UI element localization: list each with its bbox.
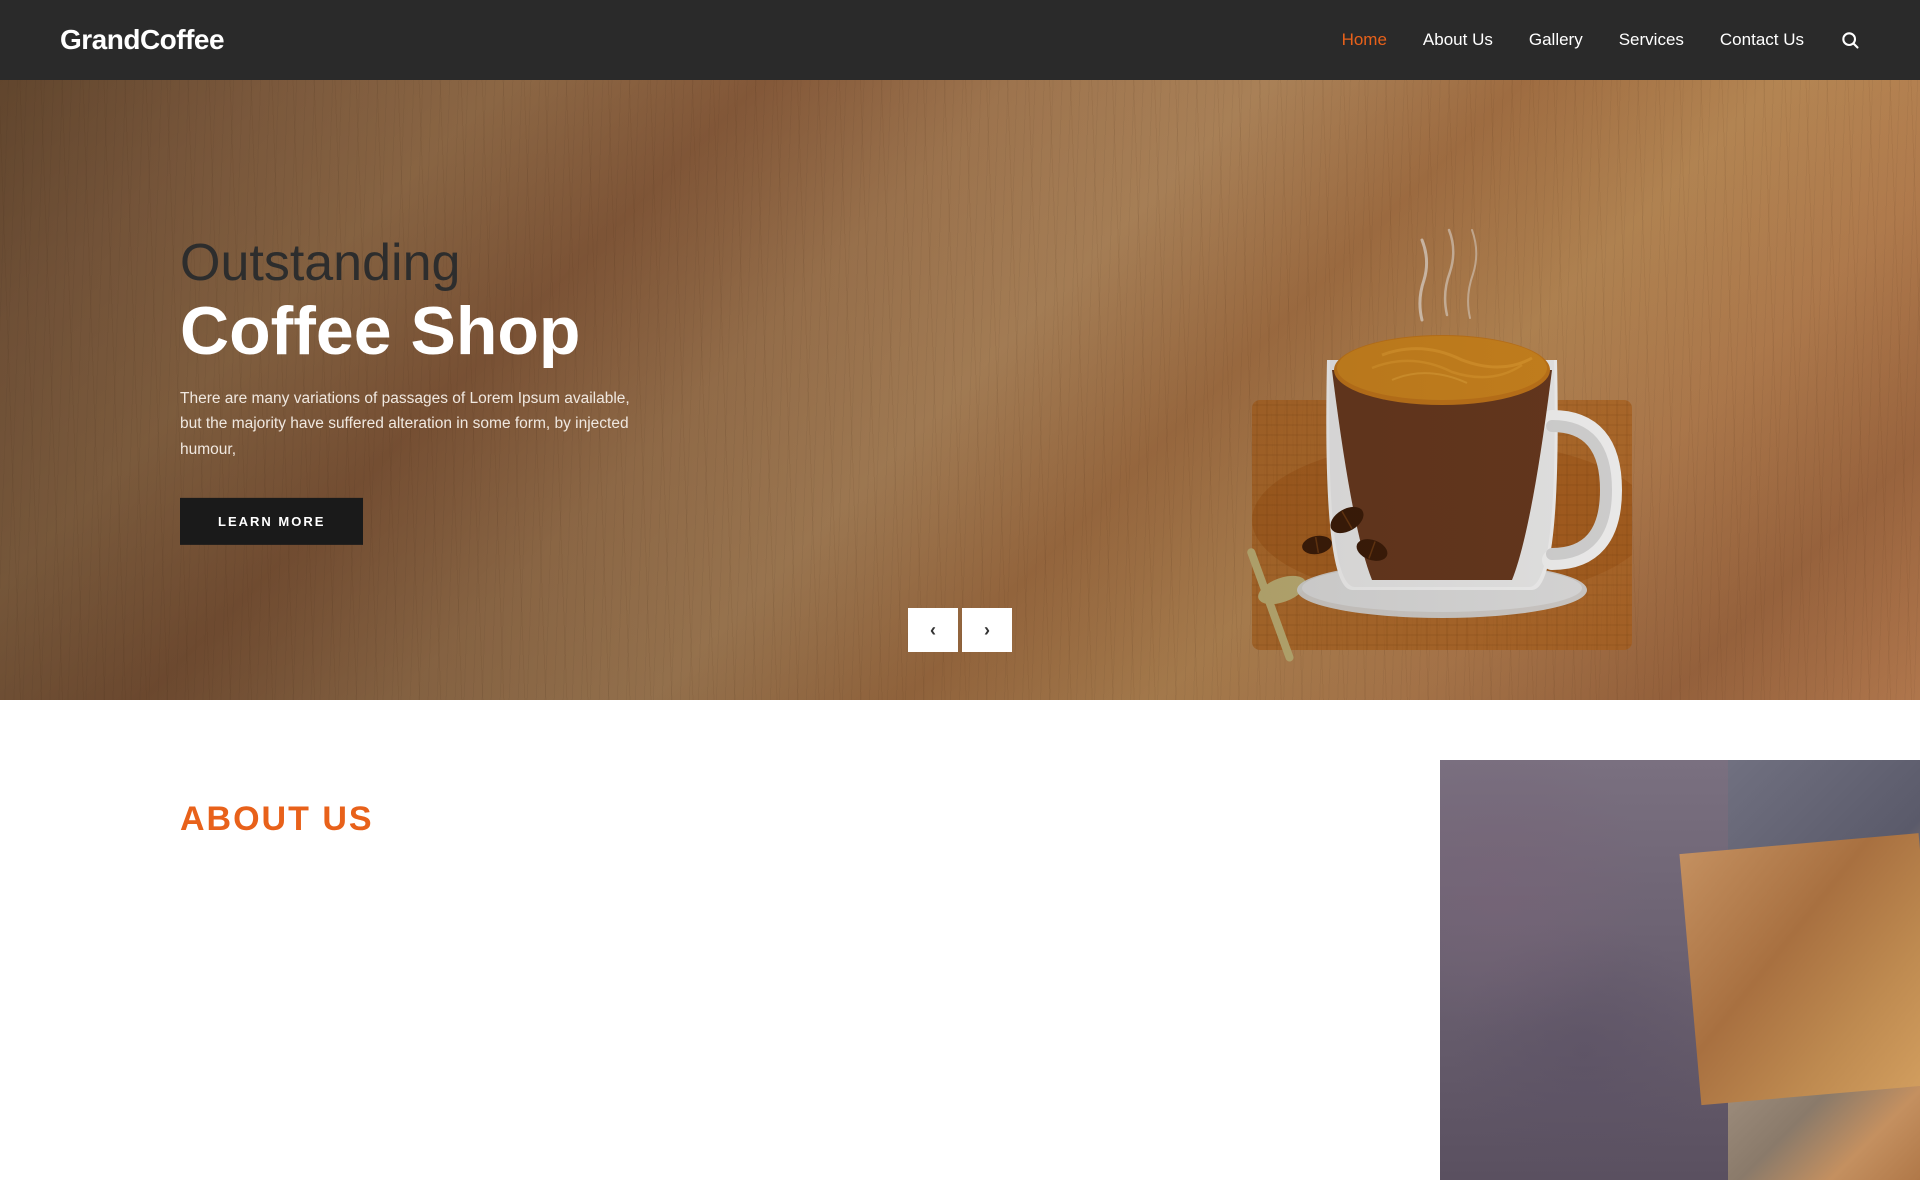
navbar: GrandCoffee Home About Us Gallery Servic… [0, 0, 1920, 80]
prev-arrow-icon: ‹ [930, 620, 936, 641]
nav-item-services[interactable]: Services [1619, 30, 1684, 50]
hero-subtitle: Outstanding [180, 235, 640, 292]
nav-item-gallery[interactable]: Gallery [1529, 30, 1583, 50]
about-section: ABOUT US [0, 700, 1920, 1180]
hero-section: Outstanding Coffee Shop There are many v… [0, 80, 1920, 700]
nav-search[interactable] [1840, 30, 1860, 50]
search-icon [1840, 30, 1860, 50]
search-button[interactable] [1840, 30, 1860, 50]
nav-item-about[interactable]: About Us [1423, 30, 1493, 50]
nav-link-gallery[interactable]: Gallery [1529, 30, 1583, 49]
about-left-content: ABOUT US [0, 760, 1440, 1180]
hero-description: There are many variations of passages of… [180, 385, 640, 462]
nav-item-home[interactable]: Home [1342, 30, 1387, 50]
slider-controls: ‹ › [908, 608, 1012, 652]
nav-item-contact[interactable]: Contact Us [1720, 30, 1804, 50]
about-image [1440, 760, 1920, 1180]
hero-content: Outstanding Coffee Shop There are many v… [180, 235, 640, 545]
prev-arrow-button[interactable]: ‹ [908, 608, 958, 652]
nav-link-home[interactable]: Home [1342, 30, 1387, 49]
hero-title: Coffee Shop [180, 296, 640, 367]
nav-link-contact[interactable]: Contact Us [1720, 30, 1804, 49]
about-image-container [1440, 760, 1920, 1180]
nav-link-services[interactable]: Services [1619, 30, 1684, 49]
site-logo[interactable]: GrandCoffee [60, 24, 224, 56]
nav-menu: Home About Us Gallery Services Contact U… [1342, 30, 1860, 50]
next-arrow-button[interactable]: › [962, 608, 1012, 652]
nav-link-about[interactable]: About Us [1423, 30, 1493, 49]
next-arrow-icon: › [984, 620, 990, 641]
learn-more-button[interactable]: LEARN MORE [180, 498, 363, 545]
about-label: ABOUT US [180, 800, 1380, 839]
